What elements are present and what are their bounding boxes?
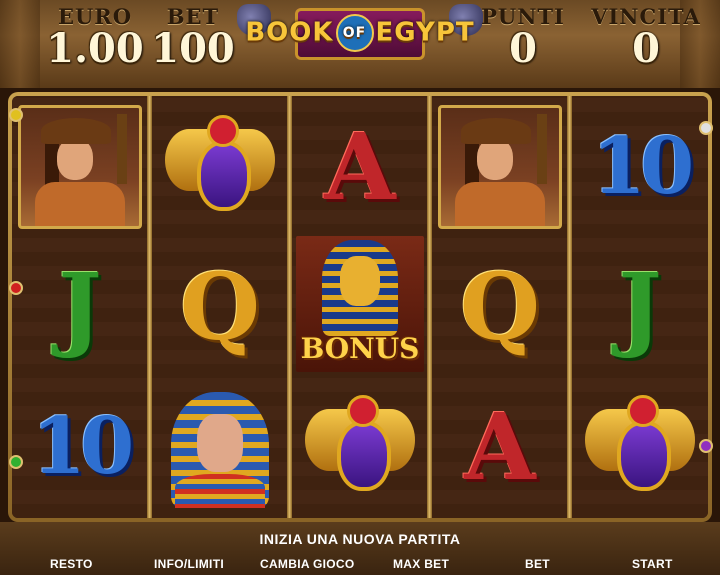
- game-logo: BOOK OF EGYPT: [235, 2, 485, 64]
- symbol-q: Q: [459, 253, 541, 361]
- bet-button[interactable]: BET: [525, 557, 550, 571]
- reel-4-row-3-symbol: A: [438, 384, 562, 510]
- reel-2-row-1-symbol: [158, 104, 282, 230]
- bet-display: BET 100: [148, 4, 238, 69]
- reel-5: 10 J: [572, 96, 708, 518]
- reel-2-row-2-symbol: Q: [158, 244, 282, 370]
- reel-5-row-1-symbol: 10: [578, 104, 702, 230]
- reel-3-row-3-symbol: [298, 384, 422, 510]
- reel-4-row-1-symbol: [438, 104, 562, 230]
- resto-button[interactable]: RESTO: [50, 557, 93, 571]
- line-marker-green-icon: [9, 455, 23, 469]
- reel-4-row-2-symbol: Q: [438, 244, 562, 370]
- reel-separator: [567, 96, 572, 518]
- reel-2: Q: [152, 96, 288, 518]
- reel-3: A BONUS: [292, 96, 428, 518]
- symbol-a: A: [324, 113, 396, 221]
- logo-word-egypt: EGYPT: [375, 17, 475, 48]
- logo-word-book: BOOK: [245, 17, 334, 48]
- bet-value: 100: [151, 25, 235, 72]
- pharaoh-symbol-icon: [161, 386, 279, 508]
- logo-title: BOOK OF EGYPT: [235, 14, 485, 52]
- scarab-symbol-icon: [305, 391, 415, 503]
- symbol-10: 10: [591, 121, 695, 212]
- reel-1-row-2-symbol: J: [18, 244, 142, 370]
- max-bet-button[interactable]: MAX BET: [393, 557, 449, 571]
- scarab-symbol-icon: [585, 391, 695, 503]
- bottom-bar: [0, 522, 720, 575]
- status-message: INIZIA UNA NUOVA PARTITA: [259, 531, 461, 547]
- line-marker-yellow-icon: [9, 108, 23, 122]
- reel-3-row-2-symbol: BONUS: [296, 236, 424, 372]
- reels-area: J 10 Q A BONUS Q A 10 J: [12, 96, 708, 518]
- bonus-label: BONUS: [300, 332, 420, 365]
- reel-5-row-2-symbol: J: [578, 244, 702, 370]
- left-pillar-decoration: [0, 0, 40, 88]
- line-marker-white-icon: [699, 121, 713, 135]
- euro-value: 1.00: [46, 25, 144, 72]
- reel-2-row-3-symbol: [158, 384, 282, 510]
- reel-5-row-3-symbol: [578, 384, 702, 510]
- reel-separator: [427, 96, 432, 518]
- reel-1: J 10: [12, 96, 148, 518]
- symbol-q: Q: [179, 253, 261, 361]
- logo-word-of: OF: [335, 14, 374, 52]
- explorer-symbol-icon: [18, 105, 142, 229]
- line-marker-purple-icon: [699, 439, 713, 453]
- bonus-pharaoh-mask-icon: BONUS: [296, 236, 424, 372]
- reel-separator: [147, 96, 152, 518]
- reel-separator: [287, 96, 292, 518]
- euro-display: EURO 1.00: [40, 4, 150, 69]
- scarab-symbol-icon: [165, 111, 275, 223]
- symbol-j: J: [618, 253, 662, 361]
- reel-1-row-1-symbol: [18, 104, 142, 230]
- cambia-gioco-button[interactable]: CAMBIA GIOCO: [260, 557, 355, 571]
- punti-value: 0: [509, 25, 537, 72]
- line-marker-red-icon: [9, 281, 23, 295]
- symbol-j: J: [58, 253, 102, 361]
- symbol-10: 10: [31, 401, 135, 492]
- explorer-symbol-icon: [438, 105, 562, 229]
- vincita-display: VINCITA 0: [590, 4, 702, 69]
- start-button[interactable]: START: [632, 557, 673, 571]
- symbol-a: A: [464, 393, 536, 501]
- reel-3-row-1-symbol: A: [298, 104, 422, 230]
- punti-display: PUNTI 0: [478, 4, 568, 69]
- vincita-value: 0: [632, 25, 660, 72]
- reel-4: QA: [432, 96, 568, 518]
- reel-1-row-3-symbol: 10: [18, 384, 142, 510]
- info-limiti-button[interactable]: INFO/LIMITI: [154, 557, 224, 571]
